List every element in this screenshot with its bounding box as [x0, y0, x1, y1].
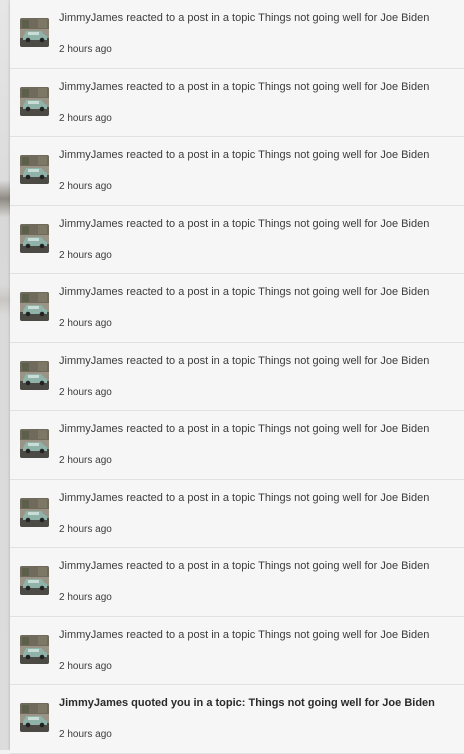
notification-time: 2 hours ago [59, 660, 112, 672]
notification-item[interactable]: JimmyJames reacted to a post in a topic … [10, 411, 464, 480]
notification-text[interactable]: JimmyJames reacted to a post in a topic … [59, 628, 454, 642]
car-avatar-icon [20, 155, 49, 184]
notifications-panel: JimmyJames reacted to a post in a topic … [10, 0, 464, 754]
notification-time: 2 hours ago [59, 318, 112, 329]
notification-text[interactable]: JimmyJames reacted to a post in a topic … [59, 148, 454, 162]
notification-text[interactable]: JimmyJames reacted to a post in a topic … [59, 285, 454, 299]
notification-time: 2 hours ago [59, 729, 112, 740]
car-avatar-icon [20, 497, 49, 527]
notification-item[interactable]: JimmyJames quoted you in a topic: Things… [10, 685, 464, 754]
car-avatar-icon [20, 634, 49, 664]
notification-item[interactable]: JimmyJames reacted to a post in a topic … [10, 68, 464, 137]
notification-time: 2 hours ago [59, 455, 112, 466]
car-avatar-icon [20, 429, 49, 458]
notification-time: 2 hours ago [59, 592, 112, 603]
notification-text[interactable]: JimmyJames reacted to a post in a topic … [59, 559, 454, 573]
notification-item[interactable]: JimmyJames reacted to a post in a topic … [10, 137, 464, 206]
user-avatar[interactable] [20, 223, 49, 253]
notification-text[interactable]: JimmyJames reacted to a post in a topic … [59, 80, 454, 94]
notification-text[interactable]: JimmyJames reacted to a post in a topic … [59, 422, 454, 436]
notification-time: 2 hours ago [59, 44, 112, 55]
notification-item[interactable]: JimmyJames reacted to a post in a topic … [10, 0, 464, 69]
user-avatar[interactable] [20, 429, 49, 458]
user-avatar[interactable] [20, 292, 49, 321]
user-avatar[interactable] [20, 360, 49, 390]
notification-item[interactable]: JimmyJames reacted to a post in a topic … [10, 274, 464, 343]
notification-text[interactable]: JimmyJames reacted to a post in a topic … [59, 217, 454, 231]
user-avatar[interactable] [20, 18, 49, 47]
user-avatar[interactable] [20, 86, 49, 116]
notification-time: 2 hours ago [59, 386, 112, 398]
car-avatar-icon [20, 703, 49, 732]
notification-text[interactable]: JimmyJames quoted you in a topic: Things… [59, 696, 454, 710]
notification-item[interactable]: JimmyJames reacted to a post in a topic … [10, 479, 464, 548]
car-avatar-icon [20, 360, 49, 390]
notification-text[interactable]: JimmyJames reacted to a post in a topic … [59, 491, 454, 505]
user-avatar[interactable] [20, 566, 49, 595]
notification-text[interactable]: JimmyJames reacted to a post in a topic … [59, 354, 454, 368]
notification-item[interactable]: JimmyJames reacted to a post in a topic … [10, 548, 464, 617]
notification-time: 2 hours ago [59, 181, 112, 192]
notification-list: JimmyJames reacted to a post in a topic … [10, 0, 464, 754]
car-avatar-icon [20, 86, 49, 116]
notification-item[interactable]: JimmyJames reacted to a post in a topic … [10, 342, 464, 411]
notification-time: 2 hours ago [59, 112, 112, 124]
car-avatar-icon [20, 223, 49, 253]
user-avatar[interactable] [20, 497, 49, 527]
notification-item[interactable]: JimmyJames reacted to a post in a topic … [10, 616, 464, 685]
car-avatar-icon [20, 18, 49, 47]
car-avatar-icon [20, 566, 49, 595]
notification-time: 2 hours ago [59, 249, 112, 261]
user-avatar[interactable] [20, 155, 49, 184]
notification-text[interactable]: JimmyJames reacted to a post in a topic … [59, 11, 454, 25]
user-avatar[interactable] [20, 634, 49, 664]
car-avatar-icon [20, 292, 49, 321]
notification-time: 2 hours ago [59, 523, 112, 535]
notification-item[interactable]: JimmyJames reacted to a post in a topic … [10, 205, 464, 274]
user-avatar[interactable] [20, 703, 49, 732]
